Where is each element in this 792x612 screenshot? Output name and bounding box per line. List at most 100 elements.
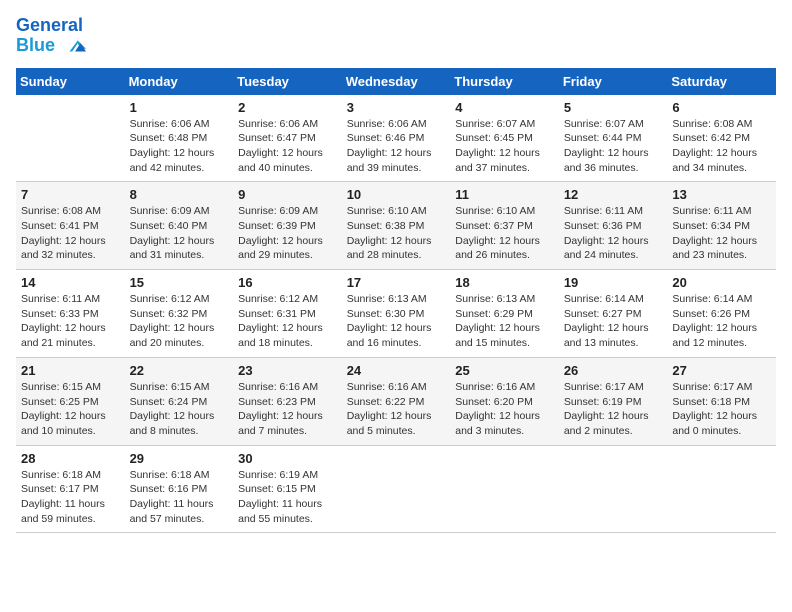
day-cell: 11Sunrise: 6:10 AM Sunset: 6:37 PM Dayli… (450, 182, 559, 270)
day-cell: 1Sunrise: 6:06 AM Sunset: 6:48 PM Daylig… (125, 95, 234, 182)
day-cell: 8 Sunrise: 6:09 AM Sunset: 6:40 PM Daylig… (125, 182, 234, 270)
day-number: 5 (564, 100, 663, 115)
day-number: 13 (672, 187, 771, 202)
day-number: 12 (564, 187, 663, 202)
day-cell: 5 Sunrise: 6:07 AM Sunset: 6:44 PM Daylig… (559, 95, 668, 182)
day-number: 3 (347, 100, 446, 115)
day-cell: 15 Sunrise: 6:12 AM Sunset: 6:32 PM Dayli… (125, 270, 234, 358)
day-cell: 21 Sunrise: 6:15 AM Sunset: 6:25 PM Dayli… (16, 357, 125, 445)
day-number: 14 (21, 275, 120, 290)
day-cell: 18 Sunrise: 6:13 AM Sunset: 6:29 PM Dayli… (450, 270, 559, 358)
day-number: 17 (347, 275, 446, 290)
weekday-header-friday: Friday (559, 68, 668, 95)
day-cell (342, 445, 451, 533)
day-detail: Sunrise: 6:10 AM Sunset: 6:38 PM Dayligh… (347, 204, 446, 263)
day-detail: Sunrise: 6:07 AM Sunset: 6:44 PM Dayligh… (564, 117, 663, 176)
day-cell: 7 Sunrise: 6:08 AM Sunset: 6:41 PM Daylig… (16, 182, 125, 270)
week-row-5: 28 Sunrise: 6:18 AM Sunset: 6:17 PM Dayli… (16, 445, 776, 533)
day-cell (16, 95, 125, 182)
day-detail: Sunrise: 6:19 AM Sunset: 6:15 PM Dayligh… (238, 468, 337, 527)
day-cell (559, 445, 668, 533)
day-cell: 2 Sunrise: 6:06 AM Sunset: 6:47 PM Daylig… (233, 95, 342, 182)
day-detail: Sunrise: 6:16 AM Sunset: 6:20 PM Dayligh… (455, 380, 554, 439)
day-detail: Sunrise: 6:12 AM Sunset: 6:32 PM Dayligh… (130, 292, 229, 351)
weekday-header-thursday: Thursday (450, 68, 559, 95)
day-cell: 4 Sunrise: 6:07 AM Sunset: 6:45 PM Daylig… (450, 95, 559, 182)
day-detail: Sunrise: 6:14 AM Sunset: 6:26 PM Dayligh… (672, 292, 771, 351)
day-number: 24 (347, 363, 446, 378)
day-cell: 3Sunrise: 6:06 AM Sunset: 6:46 PM Daylig… (342, 95, 451, 182)
day-cell: 27 Sunrise: 6:17 AM Sunset: 6:18 PM Dayli… (667, 357, 776, 445)
day-detail: Sunrise: 6:09 AM Sunset: 6:39 PM Dayligh… (238, 204, 337, 263)
day-cell: 24 Sunrise: 6:16 AM Sunset: 6:22 PM Dayli… (342, 357, 451, 445)
day-detail: Sunrise: 6:08 AM Sunset: 6:41 PM Dayligh… (21, 204, 120, 263)
day-number: 23 (238, 363, 337, 378)
day-cell: 22Sunrise: 6:15 AM Sunset: 6:24 PM Dayli… (125, 357, 234, 445)
week-row-3: 14 Sunrise: 6:11 AM Sunset: 6:33 PM Dayli… (16, 270, 776, 358)
day-detail: Sunrise: 6:18 AM Sunset: 6:17 PM Dayligh… (21, 468, 120, 527)
weekday-header-monday: Monday (125, 68, 234, 95)
logo-text: General (16, 16, 86, 36)
day-cell: 20 Sunrise: 6:14 AM Sunset: 6:26 PM Dayli… (667, 270, 776, 358)
day-number: 6 (672, 100, 771, 115)
day-number: 18 (455, 275, 554, 290)
day-detail: Sunrise: 6:17 AM Sunset: 6:18 PM Dayligh… (672, 380, 771, 439)
weekday-header-saturday: Saturday (667, 68, 776, 95)
day-detail: Sunrise: 6:15 AM Sunset: 6:25 PM Dayligh… (21, 380, 120, 439)
week-row-1: 1Sunrise: 6:06 AM Sunset: 6:48 PM Daylig… (16, 95, 776, 182)
day-detail: Sunrise: 6:18 AM Sunset: 6:16 PM Dayligh… (130, 468, 229, 527)
logo-text2: Blue (16, 36, 86, 56)
day-number: 9 (238, 187, 337, 202)
day-cell: 23 Sunrise: 6:16 AM Sunset: 6:23 PM Dayli… (233, 357, 342, 445)
day-number: 8 (130, 187, 229, 202)
day-cell: 25Sunrise: 6:16 AM Sunset: 6:20 PM Dayli… (450, 357, 559, 445)
day-detail: Sunrise: 6:07 AM Sunset: 6:45 PM Dayligh… (455, 117, 554, 176)
day-cell: 29 Sunrise: 6:18 AM Sunset: 6:16 PM Dayli… (125, 445, 234, 533)
week-row-4: 21 Sunrise: 6:15 AM Sunset: 6:25 PM Dayli… (16, 357, 776, 445)
day-detail: Sunrise: 6:14 AM Sunset: 6:27 PM Dayligh… (564, 292, 663, 351)
day-detail: Sunrise: 6:11 AM Sunset: 6:33 PM Dayligh… (21, 292, 120, 351)
week-row-2: 7 Sunrise: 6:08 AM Sunset: 6:41 PM Daylig… (16, 182, 776, 270)
weekday-header-wednesday: Wednesday (342, 68, 451, 95)
day-number: 28 (21, 451, 120, 466)
day-detail: Sunrise: 6:11 AM Sunset: 6:36 PM Dayligh… (564, 204, 663, 263)
day-number: 21 (21, 363, 120, 378)
weekday-header-row: SundayMondayTuesdayWednesdayThursdayFrid… (16, 68, 776, 95)
day-cell: 28 Sunrise: 6:18 AM Sunset: 6:17 PM Dayli… (16, 445, 125, 533)
day-cell: 9 Sunrise: 6:09 AM Sunset: 6:39 PM Daylig… (233, 182, 342, 270)
calendar-table: SundayMondayTuesdayWednesdayThursdayFrid… (16, 68, 776, 534)
calendar-header: SundayMondayTuesdayWednesdayThursdayFrid… (16, 68, 776, 95)
day-detail: Sunrise: 6:17 AM Sunset: 6:19 PM Dayligh… (564, 380, 663, 439)
day-detail: Sunrise: 6:13 AM Sunset: 6:30 PM Dayligh… (347, 292, 446, 351)
day-number: 27 (672, 363, 771, 378)
day-number: 22 (130, 363, 229, 378)
day-cell: 19 Sunrise: 6:14 AM Sunset: 6:27 PM Dayli… (559, 270, 668, 358)
page-header: General Blue (16, 16, 776, 56)
day-cell: 14 Sunrise: 6:11 AM Sunset: 6:33 PM Dayli… (16, 270, 125, 358)
day-number: 30 (238, 451, 337, 466)
day-detail: Sunrise: 6:11 AM Sunset: 6:34 PM Dayligh… (672, 204, 771, 263)
day-detail: Sunrise: 6:06 AM Sunset: 6:47 PM Dayligh… (238, 117, 337, 176)
day-detail: Sunrise: 6:16 AM Sunset: 6:23 PM Dayligh… (238, 380, 337, 439)
calendar-body: 1Sunrise: 6:06 AM Sunset: 6:48 PM Daylig… (16, 95, 776, 533)
day-number: 15 (130, 275, 229, 290)
day-number: 19 (564, 275, 663, 290)
logo: General Blue (16, 16, 86, 56)
day-detail: Sunrise: 6:13 AM Sunset: 6:29 PM Dayligh… (455, 292, 554, 351)
day-detail: Sunrise: 6:09 AM Sunset: 6:40 PM Dayligh… (130, 204, 229, 263)
day-cell: 6 Sunrise: 6:08 AM Sunset: 6:42 PM Daylig… (667, 95, 776, 182)
day-number: 10 (347, 187, 446, 202)
day-number: 29 (130, 451, 229, 466)
day-detail: Sunrise: 6:12 AM Sunset: 6:31 PM Dayligh… (238, 292, 337, 351)
day-detail: Sunrise: 6:06 AM Sunset: 6:48 PM Dayligh… (130, 117, 229, 176)
day-number: 2 (238, 100, 337, 115)
day-cell (667, 445, 776, 533)
day-number: 26 (564, 363, 663, 378)
day-detail: Sunrise: 6:08 AM Sunset: 6:42 PM Dayligh… (672, 117, 771, 176)
day-number: 20 (672, 275, 771, 290)
day-number: 7 (21, 187, 120, 202)
day-cell: 16Sunrise: 6:12 AM Sunset: 6:31 PM Dayli… (233, 270, 342, 358)
day-cell: 17 Sunrise: 6:13 AM Sunset: 6:30 PM Dayli… (342, 270, 451, 358)
day-detail: Sunrise: 6:16 AM Sunset: 6:22 PM Dayligh… (347, 380, 446, 439)
day-number: 4 (455, 100, 554, 115)
